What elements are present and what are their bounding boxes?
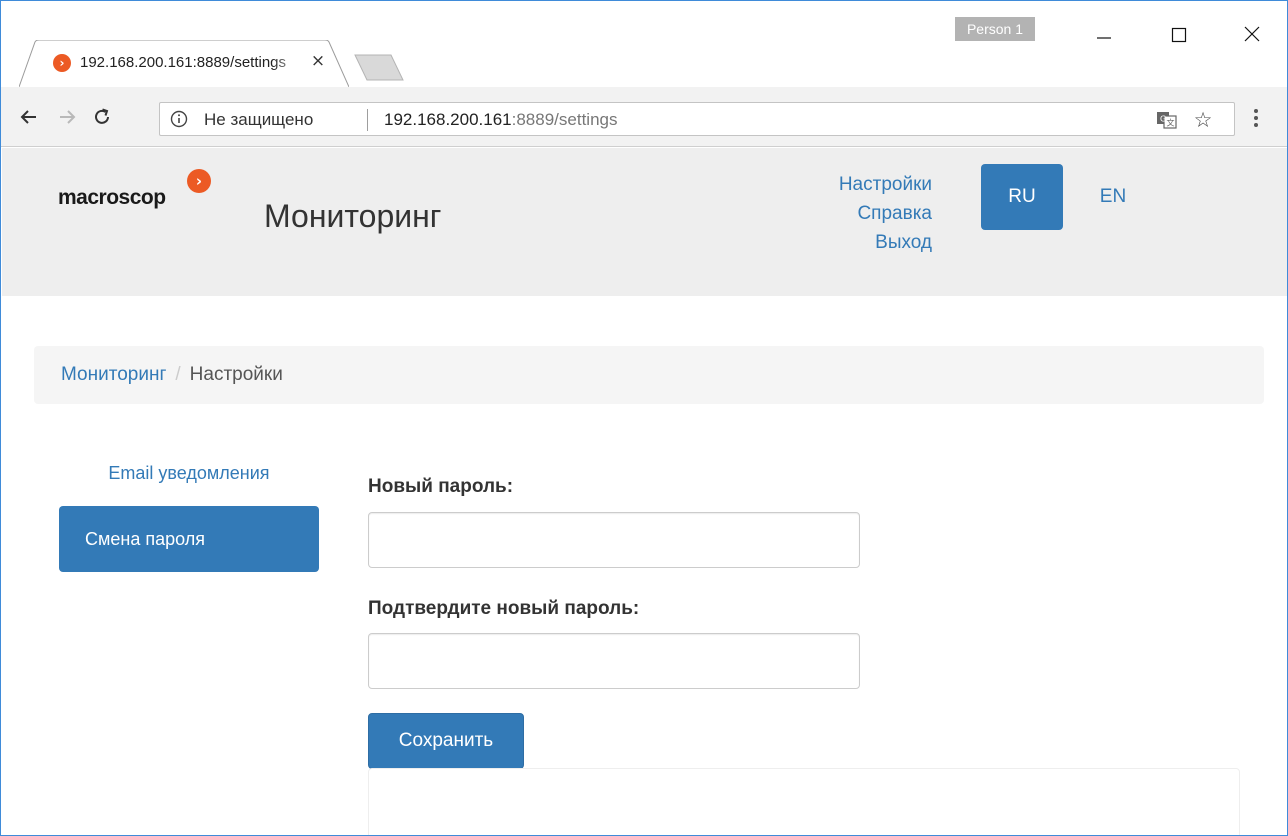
url-host: 192.168.200.161 xyxy=(384,110,512,129)
address-separator xyxy=(367,109,368,131)
save-button[interactable]: Сохранить xyxy=(368,713,524,769)
url-path: :8889/settings xyxy=(511,110,618,129)
header-nav: Настройки Справка Выход xyxy=(792,170,932,257)
confirm-password-label: Подтвердите новый пароль: xyxy=(368,598,640,619)
browser-menu-icon[interactable] xyxy=(1251,109,1261,129)
browser-titlebar: › 192.168.200.161:8889/settings × Person… xyxy=(1,1,1287,87)
breadcrumb: Мониторинг / Настройки xyxy=(34,346,1264,404)
sidebar-item-email-notifications[interactable]: Email уведомления xyxy=(59,453,319,493)
nav-link-settings[interactable]: Настройки xyxy=(792,170,932,199)
bookmark-star-icon[interactable]: ☆ xyxy=(1190,107,1216,133)
maximize-icon[interactable] xyxy=(1148,9,1210,59)
confirm-password-input[interactable] xyxy=(368,633,860,689)
back-arrow-icon[interactable] xyxy=(13,101,45,133)
minimize-icon[interactable] xyxy=(1073,9,1135,59)
svg-text:G: G xyxy=(1160,115,1166,124)
info-icon[interactable] xyxy=(170,110,188,128)
url-text[interactable]: 192.168.200.161:8889/settings xyxy=(384,110,617,130)
breadcrumb-current: Настройки xyxy=(189,364,283,385)
profile-badge[interactable]: Person 1 xyxy=(955,17,1035,41)
lang-ru-button[interactable]: RU xyxy=(981,164,1063,230)
result-panel xyxy=(368,768,1240,835)
breadcrumb-home-link[interactable]: Мониторинг xyxy=(61,364,166,385)
macroscop-favicon-icon: › xyxy=(53,54,71,72)
new-password-input[interactable] xyxy=(368,512,860,568)
page-content: macroscop › Мониторинг Настройки Справка… xyxy=(2,148,1287,835)
security-status-text[interactable]: Не защищено xyxy=(204,110,313,130)
forward-arrow-icon[interactable] xyxy=(51,101,83,133)
tab-title: 192.168.200.161:8889/settings xyxy=(80,54,287,71)
new-tab-button[interactable] xyxy=(353,53,405,81)
browser-window: › 192.168.200.161:8889/settings × Person… xyxy=(0,0,1288,836)
lang-en-button[interactable]: EN xyxy=(1083,164,1143,230)
new-password-label: Новый пароль: xyxy=(368,476,514,497)
tab-close-icon[interactable]: × xyxy=(308,51,328,71)
browser-tab-active[interactable]: › 192.168.200.161:8889/settings × xyxy=(19,40,349,87)
address-bar[interactable]: Не защищено 192.168.200.161:8889/setting… xyxy=(159,102,1235,136)
close-icon[interactable] xyxy=(1221,9,1283,59)
sidebar-item-change-password[interactable]: Смена пароля xyxy=(59,506,319,572)
translate-icon[interactable]: G 文 xyxy=(1156,109,1178,131)
page-title: Мониторинг xyxy=(264,198,442,234)
browser-toolbar: Не защищено 192.168.200.161:8889/setting… xyxy=(1,87,1287,147)
reload-icon[interactable] xyxy=(86,101,118,133)
nav-link-logout[interactable]: Выход xyxy=(792,228,932,257)
nav-link-help[interactable]: Справка xyxy=(792,199,932,228)
macroscop-logo[interactable]: macroscop › xyxy=(58,168,228,218)
site-header: macroscop › Мониторинг Настройки Справка… xyxy=(2,148,1287,296)
svg-text:文: 文 xyxy=(1167,118,1175,128)
breadcrumb-separator: / xyxy=(175,364,181,385)
logo-text: macroscop xyxy=(58,186,166,209)
logo-chevron-icon: › xyxy=(187,169,211,193)
